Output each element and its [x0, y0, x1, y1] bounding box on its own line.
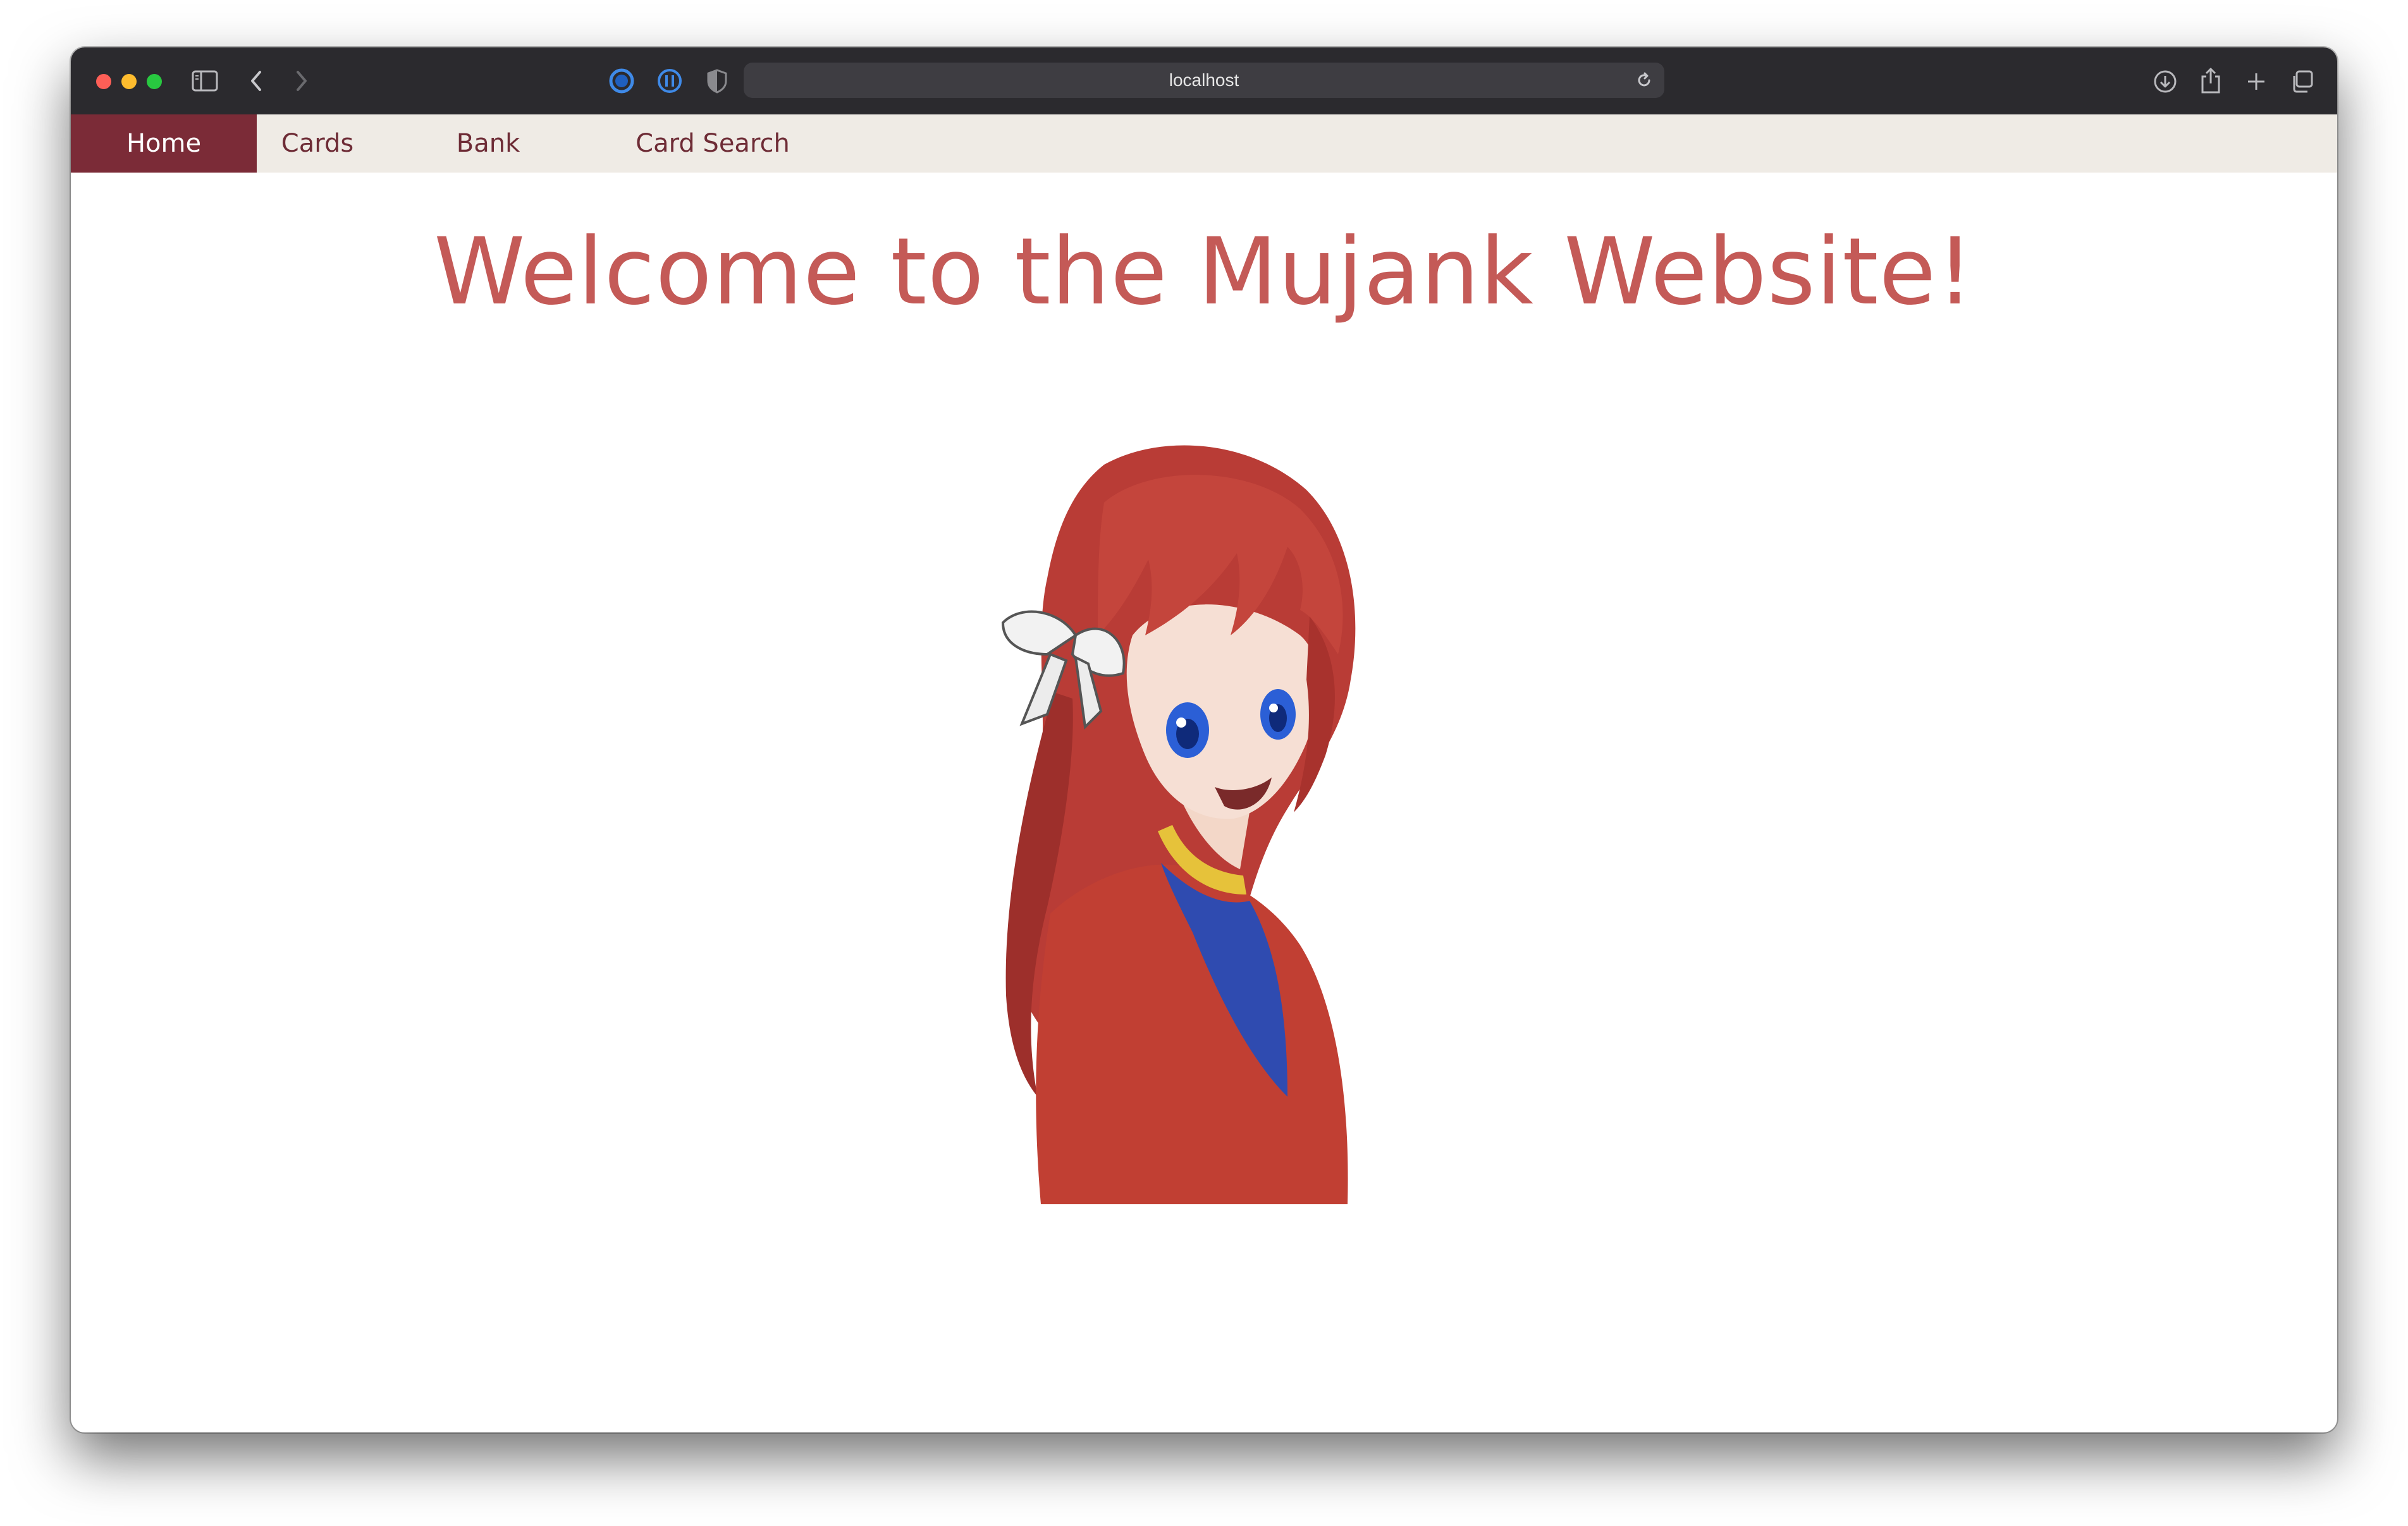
close-window-button[interactable]	[96, 74, 111, 89]
sidebar-toggle-icon[interactable]	[191, 68, 219, 94]
nav-bank[interactable]: Bank	[406, 114, 570, 173]
character-illustration	[895, 427, 1502, 1204]
reload-icon[interactable]	[1635, 71, 1653, 89]
address-bar[interactable]: localhost	[744, 63, 1664, 98]
forward-icon[interactable]	[292, 68, 311, 94]
extension-blue-circle-icon[interactable]	[608, 68, 635, 94]
back-icon[interactable]	[247, 68, 266, 94]
privacy-shield-icon[interactable]	[704, 68, 730, 94]
new-tab-icon[interactable]	[2242, 68, 2270, 95]
url-text: localhost	[1169, 70, 1239, 90]
nav-home[interactable]: Home	[71, 114, 257, 173]
nav-cards[interactable]: Cards	[235, 114, 400, 173]
zoom-window-button[interactable]	[147, 74, 162, 89]
tab-overview-icon[interactable]	[2288, 68, 2316, 95]
page-title: Welcome to the Mujank Website!	[434, 218, 1974, 326]
share-icon[interactable]	[2197, 65, 2225, 95]
nav-card-search[interactable]: Card Search	[580, 114, 845, 173]
site-navbar: Home Cards Bank Card Search	[71, 114, 2337, 173]
extension-pause-icon[interactable]	[656, 68, 683, 94]
downloads-icon[interactable]	[2151, 68, 2179, 95]
browser-window: localhost Home Cards Bank Card Search We…	[71, 47, 2337, 1432]
minimize-window-button[interactable]	[121, 74, 137, 89]
browser-toolbar: localhost	[71, 47, 2337, 116]
